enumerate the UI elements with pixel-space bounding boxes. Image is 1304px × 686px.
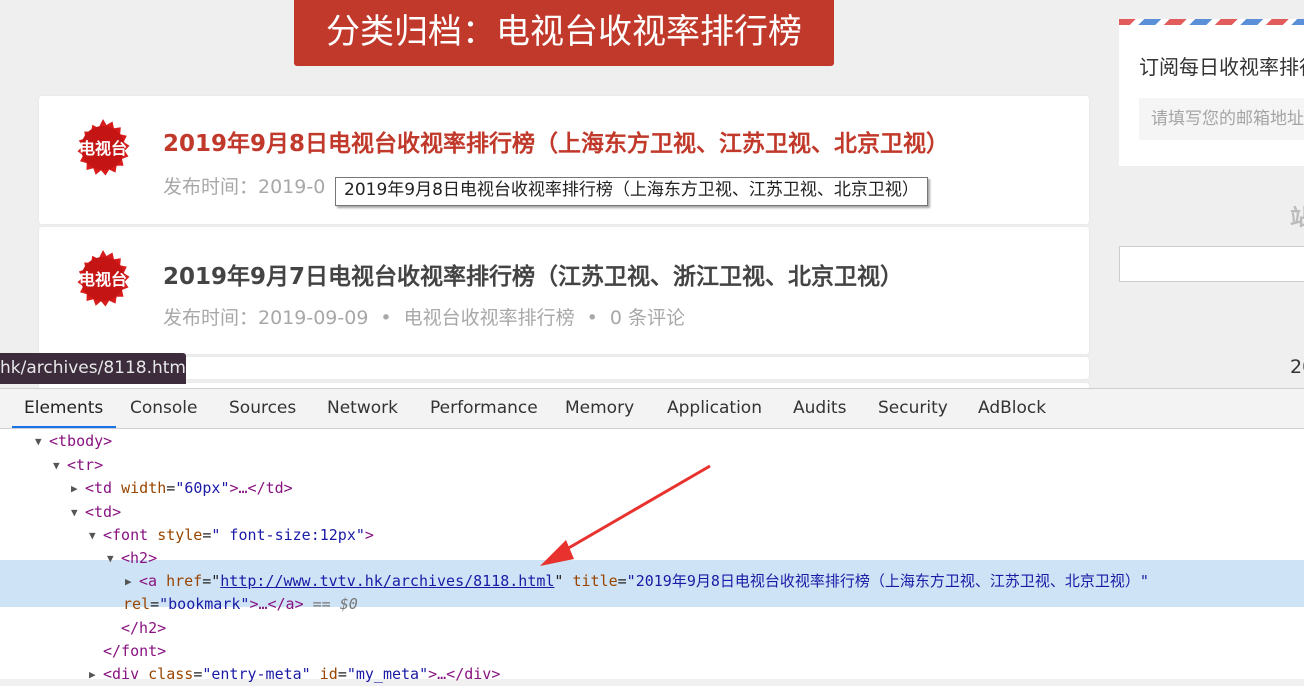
expanded-triangle-icon[interactable]: ▼ — [35, 430, 49, 453]
dom-node-h2-close[interactable]: </h2> — [121, 617, 166, 640]
collapsed-triangle-icon[interactable]: ▶ — [89, 663, 103, 686]
email-input[interactable] — [1139, 98, 1304, 140]
web-page: 分类归档：电视台收视率排行榜 电视台 2019年9月8日电视台收视率排行榜（上海… — [0, 0, 1304, 388]
archive-title: 分类归档：电视台收视率排行榜 — [294, 0, 834, 66]
dom-node-font[interactable]: ▼ <font style=" font-size:12px"> — [89, 524, 374, 547]
post-card: 电视台 2019年9月7日电视台收视率排行榜（江苏卫视、浙江卫视、北京卫视） 发… — [39, 227, 1089, 354]
dom-node-a-selected[interactable]: ▶ <a href="http://www.tvtv.hk/archives/81… — [125, 570, 1149, 593]
expanded-triangle-icon[interactable]: ▼ — [89, 524, 103, 547]
subscribe-title: 订阅每日收视率排行 — [1139, 55, 1304, 79]
dom-node-h2[interactable]: ▼ <h2> — [107, 547, 157, 570]
post-meta: 发布时间：2019-09-09 • 电视台收视率排行榜 • 0 条评论 — [163, 303, 685, 330]
tab-network[interactable]: Network — [327, 389, 398, 428]
tv-station-logo-icon[interactable]: 电视台 — [74, 250, 132, 308]
tab-performance[interactable]: Performance — [430, 389, 538, 428]
logo-text: 电视台 — [79, 270, 127, 289]
dom-tree: ▼ <tbody> ▼ <tr> ▶ <td width="60px">…</td> … — [0, 429, 1304, 683]
dom-node-td-width[interactable]: ▶ <td width="60px">…</td> — [71, 477, 293, 500]
expanded-triangle-icon[interactable]: ▼ — [107, 547, 121, 570]
post-comments-link[interactable]: 0 条评论 — [610, 307, 685, 329]
devtools-panel: Elements Console Sources Network Perform… — [0, 388, 1304, 683]
meta-separator: • — [586, 307, 598, 329]
sidebar-search-input[interactable] — [1119, 246, 1304, 282]
link-title-tooltip: 2019年9月8日电视台收视率排行榜（上海东方卫视、江苏卫视、北京卫视） — [335, 177, 928, 206]
subscribe-widget: 订阅每日收视率排行 — [1119, 19, 1304, 166]
dom-node-div-entry-meta[interactable]: ▶ <div class="entry-meta" id="my_meta">…<… — [89, 663, 500, 686]
tab-audits[interactable]: Audits — [793, 389, 846, 428]
tab-elements[interactable]: Elements — [11, 389, 117, 428]
meta-separator: • — [380, 307, 392, 329]
expanded-triangle-icon[interactable]: ▼ — [71, 501, 85, 524]
post-title-link[interactable]: 2019年9月7日电视台收视率排行榜（江苏卫视、浙江卫视、北京卫视） — [163, 257, 903, 291]
dom-node-tbody[interactable]: ▼ <tbody> — [35, 430, 112, 453]
tab-security[interactable]: Security — [878, 389, 948, 428]
post-meta: 发布时间：2019-0 — [163, 172, 325, 199]
tab-application[interactable]: Application — [667, 389, 762, 428]
collapsed-triangle-icon[interactable]: ▶ — [71, 477, 85, 500]
post-title-link[interactable]: 2019年9月8日电视台收视率排行榜（上海东方卫视、江苏卫视、北京卫视） — [163, 124, 949, 158]
expanded-triangle-icon[interactable]: ▼ — [53, 454, 67, 477]
tab-memory[interactable]: Memory — [565, 389, 634, 428]
tab-adblock[interactable]: AdBlock — [978, 389, 1046, 428]
post-date: 发布时间：2019-0 — [163, 176, 326, 198]
post-category-link[interactable]: 电视台收视率排行榜 — [404, 307, 575, 329]
status-bar-url: hk/archives/8118.html — [0, 353, 186, 384]
dom-node-td[interactable]: ▼ <td> — [71, 501, 121, 524]
dom-node-a-continued[interactable]: rel="bookmark">…</a> == $0 — [123, 593, 358, 616]
selected-node-marker: == $0 — [312, 595, 358, 613]
logo-text: 电视台 — [79, 139, 127, 158]
airmail-stripe — [1119, 19, 1304, 25]
post-card — [39, 357, 1089, 379]
href-link[interactable]: http://www.tvtv.hk/archives/8118.html — [220, 572, 554, 590]
dom-node-tr[interactable]: ▼ <tr> — [53, 454, 103, 477]
devtools-tabbar: Elements Console Sources Network Perform… — [0, 389, 1304, 429]
tab-sources[interactable]: Sources — [229, 389, 296, 428]
tv-station-logo-icon[interactable]: 电视台 — [74, 119, 132, 177]
collapsed-triangle-icon[interactable]: ▶ — [125, 570, 139, 593]
post-date: 发布时间：2019-09-09 — [163, 307, 369, 329]
dom-node-font-close[interactable]: </font> — [103, 640, 166, 663]
tab-console[interactable]: Console — [130, 389, 198, 428]
sidebar-number-partial: 20 — [1290, 356, 1304, 378]
sidebar-heading-partial: 站 — [1290, 206, 1304, 231]
